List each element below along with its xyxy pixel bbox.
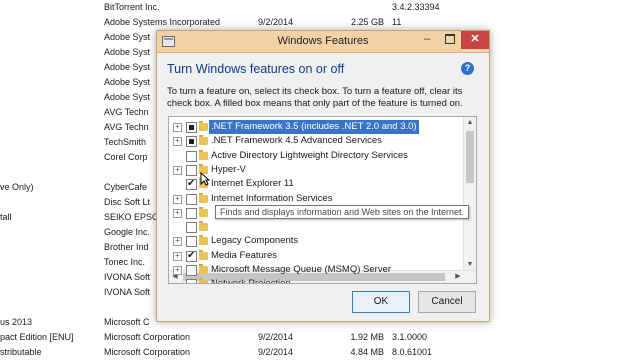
expand-icon[interactable]: +: [173, 137, 182, 147]
feature-row[interactable]: + Media Features: [169, 249, 463, 263]
size-cell: 2.25 GB: [350, 17, 384, 27]
feature-tooltip: Finds and displays information and Web s…: [215, 205, 469, 219]
features-tree[interactable]: ▲ ▼ ◀ ▶ + .NET Framework 3.5 (includes .N…: [168, 116, 477, 284]
vertical-scrollbar[interactable]: ▲ ▼: [463, 117, 476, 283]
feature-checkbox[interactable]: [186, 164, 197, 176]
ok-button[interactable]: OK: [352, 291, 410, 313]
feature-checkbox[interactable]: [186, 249, 197, 263]
feature-checkbox[interactable]: [186, 265, 197, 276]
dialog-description: To turn a feature on, select its check b…: [167, 86, 463, 109]
feature-checkbox[interactable]: [186, 222, 197, 234]
bg-left-cell: us 2013: [0, 317, 33, 327]
program-row[interactable]: BitTorrent Inc. 3.4.2.33394: [0, 0, 640, 15]
size-cell: 1.92 MB: [350, 332, 384, 342]
vertical-scroll-thumb[interactable]: [466, 131, 474, 183]
dialog-heading: Turn Windows features on or off: [167, 62, 345, 76]
folder-icon: [199, 149, 208, 160]
mouse-cursor-icon: [200, 172, 210, 186]
version-cell: 11: [392, 17, 402, 27]
program-row[interactable]: Adobe Systems Incorporated 9/2/2014 2.25 G…: [0, 15, 640, 30]
expand-icon[interactable]: +: [173, 123, 182, 132]
minimize-button[interactable]: –: [415, 31, 439, 49]
maximize-icon: [445, 34, 455, 45]
installed-date-cell: 9/2/2014: [258, 17, 294, 27]
version-cell: 3.1.0000: [392, 332, 428, 342]
feature-label[interactable]: Active Directory Lightweight Directory S…: [211, 149, 408, 163]
folder-icon: [199, 278, 208, 283]
feature-checkbox[interactable]: [186, 136, 197, 148]
feature-row[interactable]: Internet Explorer 11: [169, 177, 463, 191]
version-cell: 8.0.61001: [392, 347, 433, 357]
expand-icon[interactable]: +: [173, 194, 182, 204]
expand-icon[interactable]: +: [173, 165, 182, 175]
feature-checkbox[interactable]: [186, 177, 197, 191]
bg-left-cell: ve Only): [0, 182, 34, 192]
feature-label[interactable]: Microsoft Message Queue (MSMQ) Server: [211, 263, 391, 277]
program-row[interactable]: pact Edition [ENU] Microsoft Corporation 9…: [0, 330, 640, 345]
folder-icon: [199, 249, 208, 260]
installed-date-cell: 9/2/2014: [258, 332, 294, 342]
feature-checkbox[interactable]: [186, 150, 197, 162]
publisher-cell: Microsoft Corporation: [104, 347, 191, 357]
feature-label[interactable]: Internet Explorer 11: [211, 177, 294, 191]
size-cell: 4.84 MB: [350, 347, 384, 357]
feature-label[interactable]: Internet Information Services: [211, 192, 332, 206]
close-button[interactable]: ✕: [461, 31, 489, 49]
feature-row[interactable]: Network Projection: [169, 277, 463, 283]
feature-row[interactable]: + Microsoft Message Queue (MSMQ) Server: [169, 263, 463, 277]
folder-icon: [199, 121, 208, 131]
cancel-button[interactable]: Cancel: [418, 291, 476, 313]
installed-date-cell: 9/2/2014: [258, 347, 294, 357]
folder-icon: [199, 135, 208, 146]
feature-row[interactable]: + Internet Information Services: [169, 192, 463, 206]
feature-checkbox[interactable]: [186, 207, 197, 219]
program-row[interactable]: stributable Microsoft Corporation 9/2/2014…: [0, 345, 640, 360]
feature-row[interactable]: [169, 220, 463, 234]
feature-checkbox[interactable]: [186, 193, 197, 205]
feature-label[interactable]: .NET Framework 3.5 (includes .NET 2.0 an…: [209, 120, 419, 134]
feature-checkbox[interactable]: [186, 279, 197, 283]
bg-left-cell: tall: [0, 212, 12, 222]
bg-left-cell: stributable: [0, 347, 42, 357]
folder-icon: [199, 235, 208, 246]
scroll-up-icon[interactable]: ▲: [464, 117, 476, 129]
feature-checkbox[interactable]: [186, 236, 197, 248]
feature-row[interactable]: + .NET Framework 4.5 Advanced Services: [169, 134, 463, 148]
feature-label[interactable]: Media Features: [211, 249, 277, 263]
version-cell: 3.4.2.33394: [392, 2, 440, 12]
expand-icon[interactable]: +: [173, 208, 182, 218]
expand-icon[interactable]: +: [173, 251, 182, 261]
folder-icon: [199, 192, 208, 203]
expand-icon[interactable]: +: [173, 266, 182, 275]
publisher-cell: BitTorrent Inc.: [104, 2, 160, 12]
publisher-cell: Adobe Systems Incorporated: [104, 17, 221, 27]
folder-icon: [199, 221, 208, 232]
help-icon[interactable]: ?: [461, 62, 474, 75]
publisher-cell: Microsoft Corporation: [104, 332, 191, 342]
feature-checkbox[interactable]: [186, 122, 197, 133]
folder-icon: [199, 206, 208, 217]
folder-icon: [199, 264, 208, 274]
expand-icon[interactable]: +: [173, 237, 182, 247]
bg-left-cell: pact Edition [ENU]: [0, 332, 74, 342]
feature-row[interactable]: + Legacy Components: [169, 234, 463, 248]
dialog-titlebar[interactable]: Windows Features – ✕: [157, 31, 489, 53]
feature-row[interactable]: + .NET Framework 3.5 (includes .NET 2.0 a…: [169, 120, 463, 134]
feature-label[interactable]: Network Projection: [211, 277, 291, 283]
feature-label[interactable]: .NET Framework 4.5 Advanced Services: [211, 134, 382, 148]
maximize-button[interactable]: [439, 31, 461, 49]
feature-label[interactable]: Legacy Components: [211, 234, 298, 248]
feature-label[interactable]: Hyper-V: [211, 163, 246, 177]
feature-row[interactable]: Active Directory Lightweight Directory S…: [169, 149, 463, 163]
feature-row[interactable]: + Hyper-V: [169, 163, 463, 177]
